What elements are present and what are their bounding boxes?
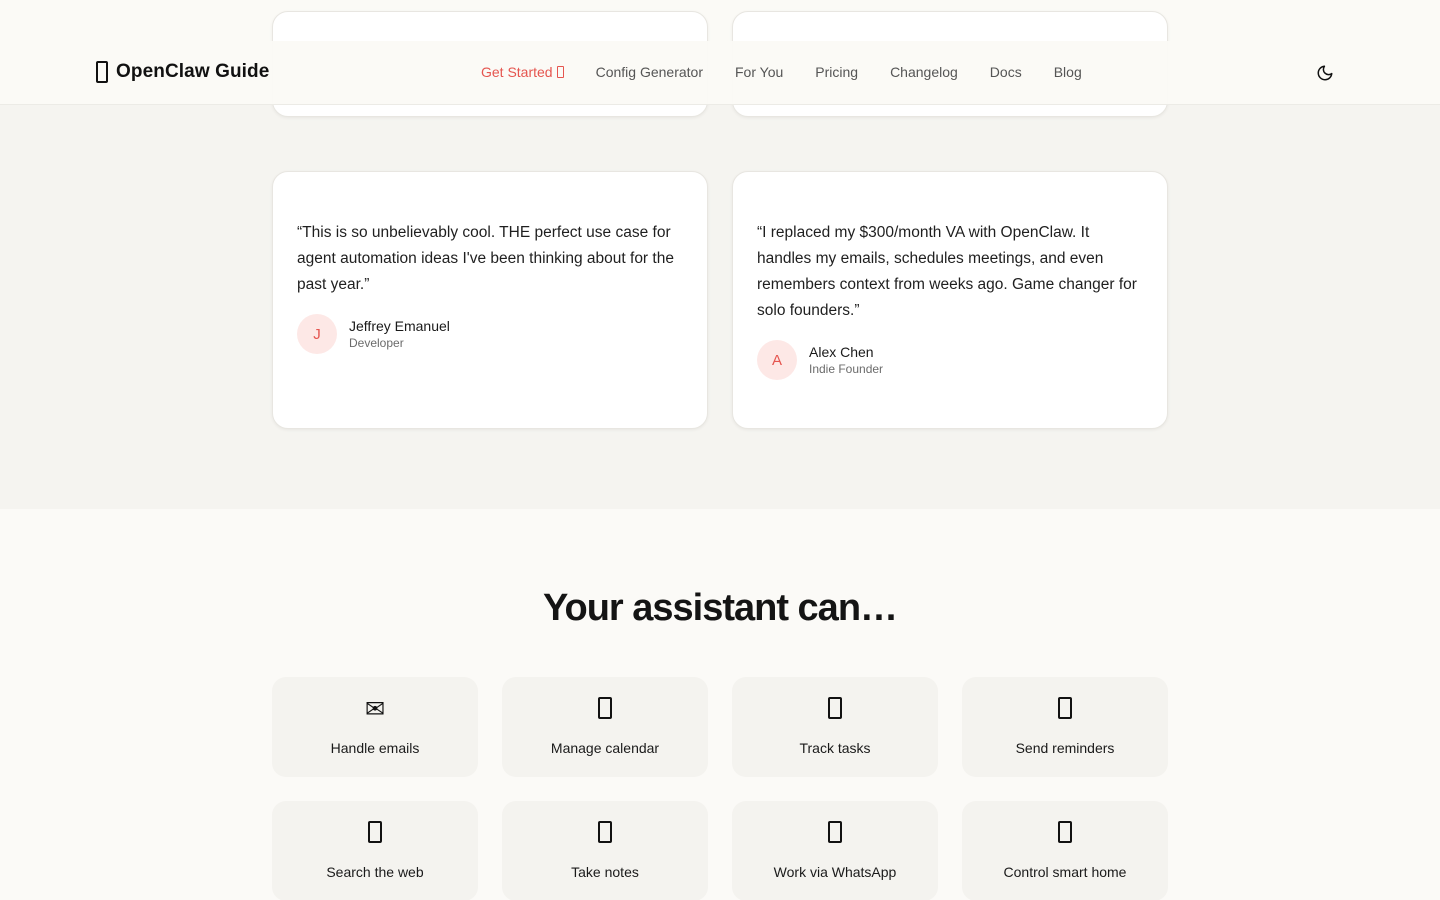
- capability-take-notes[interactable]: Take notes: [502, 801, 708, 900]
- author-meta: Alex Chen Indie Founder: [809, 343, 883, 377]
- capability-label: Control smart home: [1003, 864, 1127, 880]
- author-meta: Jeffrey Emanuel Developer: [349, 317, 450, 351]
- capability-label: Manage calendar: [550, 740, 660, 756]
- capability-send-reminders[interactable]: Send reminders: [962, 677, 1168, 777]
- capability-label: Search the web: [326, 864, 424, 880]
- site-header: OpenClaw Guide Get Started Config Genera…: [0, 41, 1440, 105]
- logo-icon: [96, 61, 108, 83]
- moon-icon: [1317, 65, 1333, 81]
- nav-pricing[interactable]: Pricing: [815, 64, 858, 80]
- testimonials-section: “This is so unbelievably cool. THE perfe…: [0, 11, 1440, 509]
- capability-manage-calendar[interactable]: Manage calendar: [502, 677, 708, 777]
- capability-whatsapp[interactable]: Work via WhatsApp: [732, 801, 938, 900]
- author-name: Alex Chen: [809, 344, 874, 360]
- phone-icon: [828, 821, 842, 843]
- testimonial-author: A Alex Chen Indie Founder: [757, 340, 883, 380]
- nav-changelog[interactable]: Changelog: [890, 64, 958, 80]
- nav-docs[interactable]: Docs: [990, 64, 1022, 80]
- capabilities-section: Your assistant can… ✉ Handle emails Mana…: [0, 509, 1440, 900]
- capability-track-tasks[interactable]: Track tasks: [732, 677, 938, 777]
- logo[interactable]: OpenClaw Guide: [96, 61, 269, 83]
- nav-label: Config Generator: [595, 64, 703, 80]
- top-strip: [0, 0, 1440, 41]
- avatar: J: [297, 314, 337, 354]
- author-role: Indie Founder: [809, 362, 884, 376]
- capability-search-web[interactable]: Search the web: [272, 801, 478, 900]
- nav-label: Changelog: [890, 64, 958, 80]
- testimonial-card: “This is so unbelievably cool. THE perfe…: [272, 171, 708, 429]
- author-role: Developer: [349, 336, 404, 350]
- capability-label: Take notes: [571, 864, 639, 880]
- page: “This is so unbelievably cool. THE perfe…: [0, 0, 1440, 900]
- capability-handle-emails[interactable]: ✉ Handle emails: [272, 677, 478, 777]
- calendar-icon: [598, 697, 612, 719]
- testimonial-quote: “This is so unbelievably cool. THE perfe…: [297, 224, 674, 293]
- nav-label: For You: [735, 64, 784, 80]
- nav-label: Pricing: [815, 64, 859, 80]
- nav-label: Blog: [1053, 64, 1082, 80]
- capability-label: Handle emails: [330, 740, 420, 756]
- author-name: Jeffrey Emanuel: [349, 318, 450, 334]
- testimonial-card: “I replaced my $300/month VA with OpenCl…: [732, 171, 1168, 429]
- bell-icon: [1058, 697, 1072, 719]
- capability-label: Send reminders: [1015, 740, 1115, 756]
- section-title: Your assistant can…: [542, 587, 898, 629]
- envelope-icon: ✉: [364, 695, 386, 723]
- nav-for-you[interactable]: For You: [735, 64, 783, 80]
- magnifier-icon: [368, 821, 382, 843]
- theme-toggle-button[interactable]: [1314, 62, 1336, 84]
- nav-get-started[interactable]: Get Started: [481, 64, 564, 80]
- checklist-icon: [828, 697, 842, 719]
- main-nav: Get Started Config Generator For You Pri…: [481, 64, 1114, 80]
- logo-text: OpenClaw Guide: [116, 61, 270, 82]
- testimonial-quote: “I replaced my $300/month VA with OpenCl…: [757, 224, 1137, 319]
- nav-label: Get Started: [481, 64, 553, 80]
- capability-label: Work via WhatsApp: [773, 864, 897, 880]
- avatar: A: [757, 340, 797, 380]
- nav-label: Docs: [989, 64, 1022, 80]
- chevron-down-icon: [556, 66, 564, 78]
- capability-label: Track tasks: [799, 740, 871, 756]
- testimonial-author: J Jeffrey Emanuel Developer: [297, 314, 450, 354]
- nav-blog[interactable]: Blog: [1054, 64, 1082, 80]
- notepad-icon: [598, 821, 612, 843]
- nav-config-generator[interactable]: Config Generator: [596, 64, 703, 80]
- capability-smart-home[interactable]: Control smart home: [962, 801, 1168, 900]
- house-icon: [1058, 821, 1072, 843]
